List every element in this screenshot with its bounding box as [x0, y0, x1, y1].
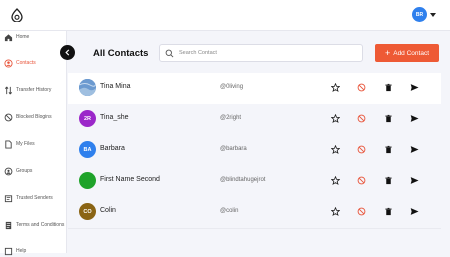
contact-handle: @2right: [220, 115, 242, 121]
contact-row[interactable]: CO Colin @colin: [68, 197, 441, 229]
avatar: [79, 172, 96, 189]
add-contact-button[interactable]: + Add Contact: [375, 44, 439, 62]
sidebar-item-contacts[interactable]: Contacts: [4, 57, 36, 69]
avatar-photo: [79, 79, 96, 96]
sidebar-item-help[interactable]: Help: [4, 245, 26, 257]
sidebar-item-label: Terms and Conditions: [16, 222, 65, 228]
sidebar-item-label: Contacts: [16, 60, 36, 66]
block-icon[interactable]: [356, 113, 367, 124]
trash-icon[interactable]: [383, 175, 394, 186]
trash-icon[interactable]: [383, 82, 394, 93]
send-icon[interactable]: [409, 144, 420, 155]
sidebar-item-label: My Files: [16, 141, 35, 147]
block-icon[interactable]: [356, 82, 367, 93]
add-contact-label: Add Contact: [393, 49, 430, 57]
contact-row[interactable]: First Name Second @blindtahugejrot: [68, 166, 441, 198]
sidebar-item-label: Help: [16, 248, 27, 254]
sidebar: Home Contacts Transfer History Blocked B…: [0, 31, 67, 255]
star-icon[interactable]: [330, 113, 341, 124]
sidebar-item-label: Blocked Blogins: [16, 114, 52, 120]
contact-handle: @barbara: [220, 146, 247, 152]
transfer-icon: [4, 86, 13, 94]
contact-name: Colin: [100, 207, 116, 214]
chevron-down-icon[interactable]: [430, 12, 436, 17]
contact-name: Tina Mina: [100, 83, 131, 90]
sidebar-item-label: Groups: [16, 168, 33, 174]
file-icon: [5, 139, 12, 149]
sidebar-item-transfer-history[interactable]: Transfer History: [4, 84, 51, 96]
star-icon[interactable]: [330, 206, 341, 217]
star-icon[interactable]: [330, 144, 341, 155]
sidebar-item-home[interactable]: Home: [4, 31, 29, 43]
send-icon[interactable]: [409, 175, 420, 186]
search-input[interactable]: [179, 50, 339, 56]
star-icon[interactable]: [330, 175, 341, 186]
contact-handle: @blindtahugejrot: [220, 177, 266, 183]
sidebar-item-trusted-senders[interactable]: Trusted Senders: [4, 192, 53, 204]
app-logo-icon[interactable]: [10, 8, 24, 22]
contact-row[interactable]: 2R Tina_she @2right: [68, 104, 441, 136]
contact-handle: @0living: [220, 84, 244, 90]
terms-icon: [5, 221, 12, 229]
page-title: All Contacts: [93, 48, 149, 59]
contact-row[interactable]: Tina Mina @0living: [68, 73, 441, 105]
block-icon[interactable]: [356, 144, 367, 155]
avatar: [79, 79, 96, 96]
sidebar-item-groups[interactable]: Groups: [4, 165, 32, 177]
send-icon[interactable]: [409, 113, 420, 124]
contacts-icon: [4, 58, 13, 68]
sidebar-item-blocked[interactable]: Blocked Blogins: [4, 111, 52, 123]
trash-icon[interactable]: [383, 144, 394, 155]
avatar: CO: [79, 203, 96, 220]
user-avatar[interactable]: BR: [412, 7, 427, 22]
sidebar-item-terms[interactable]: Terms and Conditions: [4, 219, 64, 231]
avatar: BA: [79, 141, 96, 158]
sidebar-item-my-files[interactable]: My Files: [4, 138, 35, 150]
home-icon: [4, 33, 13, 41]
chevron-left-icon: [65, 49, 70, 56]
contact-name: Barbara: [100, 145, 125, 152]
sidebar-item-label: Trusted Senders: [16, 195, 53, 201]
help-icon: [4, 247, 13, 255]
contact-name: Tina_she: [100, 114, 129, 121]
contact-handle: @colin: [220, 208, 239, 214]
groups-icon: [4, 167, 13, 175]
contact-row[interactable]: BA Barbara @barbara: [68, 135, 441, 167]
send-icon[interactable]: [409, 206, 420, 217]
blocked-icon: [4, 113, 13, 121]
search-box[interactable]: [159, 44, 363, 62]
plus-icon: +: [384, 47, 391, 58]
block-icon[interactable]: [356, 206, 367, 217]
collapse-sidebar-button[interactable]: [60, 45, 75, 60]
sidebar-item-label: Home: [16, 34, 30, 40]
user-menu[interactable]: BR: [412, 7, 436, 22]
avatar: 2R: [79, 110, 96, 127]
top-bar: BR: [0, 0, 450, 31]
trash-icon[interactable]: [383, 113, 394, 124]
search-icon: [165, 49, 174, 57]
block-icon[interactable]: [356, 175, 367, 186]
send-icon[interactable]: [409, 82, 420, 93]
contact-name: First Name Second: [100, 176, 160, 183]
trash-icon[interactable]: [383, 206, 394, 217]
star-icon[interactable]: [330, 82, 341, 93]
trusted-icon: [4, 194, 13, 202]
sidebar-item-label: Transfer History: [16, 87, 52, 93]
